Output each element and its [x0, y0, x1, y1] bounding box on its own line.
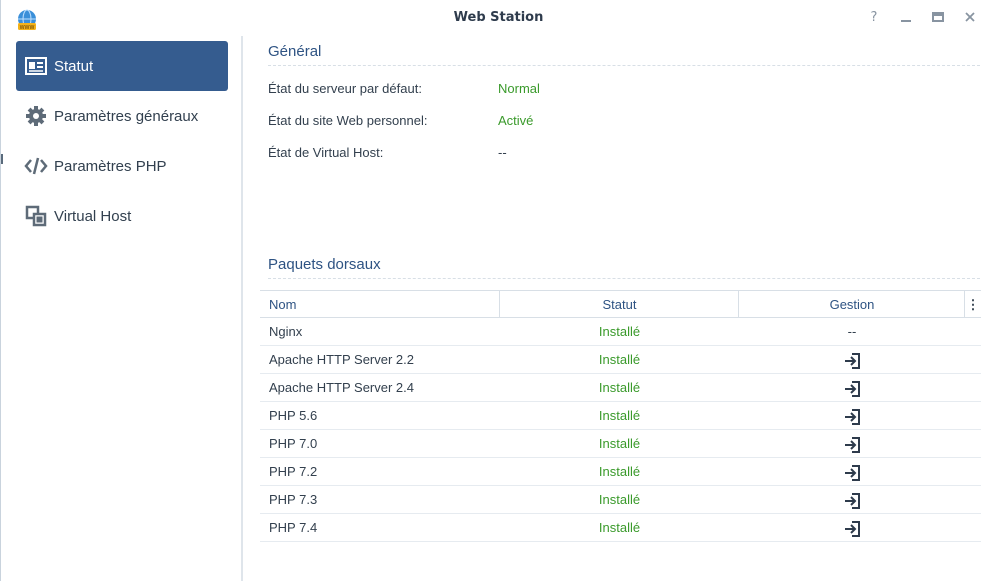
general-section-divider [268, 65, 980, 66]
web-station-window: WWW Web Station ? Statut Paramètres géné… [0, 0, 995, 581]
package-status: Installé [598, 324, 641, 339]
sidebar-item-parametres-generaux[interactable]: Paramètres généraux [16, 91, 228, 141]
info-value: -- [498, 145, 507, 160]
table-row[interactable]: Nginx Installé -- [260, 318, 981, 346]
table-row[interactable]: PHP 7.0 Installé [260, 430, 981, 458]
info-label: État du serveur par défaut: [268, 81, 422, 96]
package-status: Installé [598, 520, 641, 535]
package-status: Installé [598, 464, 641, 479]
package-name: PHP 5.6 [269, 408, 318, 423]
open-icon[interactable] [843, 408, 861, 426]
package-name: Nginx [269, 324, 303, 339]
minimize-icon[interactable] [898, 10, 914, 26]
packages-table: Nom Statut Gestion ⋮ Nginx Installé -- A… [260, 290, 981, 542]
package-manage-cell [739, 458, 965, 485]
svg-text:WWW: WWW [20, 25, 35, 31]
sidebar-item-label: Statut [54, 57, 94, 75]
title-bar: WWW Web Station ? [1, 0, 995, 36]
sidebar-item-label: Paramètres PHP [54, 157, 167, 175]
table-row[interactable]: Apache HTTP Server 2.4 Installé [260, 374, 981, 402]
table-row[interactable]: Apache HTTP Server 2.2 Installé [260, 346, 981, 374]
column-header-nom[interactable]: Nom [269, 291, 296, 318]
close-icon[interactable] [962, 10, 978, 26]
sidebar-item-label: Paramètres généraux [54, 107, 199, 125]
package-status: Installé [598, 408, 641, 423]
table-row[interactable]: PHP 5.6 Installé [260, 402, 981, 430]
package-status: Installé [598, 352, 641, 367]
package-manage-cell [739, 374, 965, 401]
package-manage-cell [739, 346, 965, 373]
table-row[interactable]: PHP 7.3 Installé [260, 486, 981, 514]
maximize-icon[interactable] [930, 10, 946, 26]
packages-section-divider [268, 278, 980, 279]
package-name: PHP 7.3 [269, 492, 318, 507]
open-icon[interactable] [843, 520, 861, 538]
main-panel: Général État du serveur par défaut: Norm… [245, 36, 995, 581]
window-title: Web Station [453, 10, 544, 25]
status-card-icon [24, 54, 48, 78]
open-icon[interactable] [843, 436, 861, 454]
info-value: Activé [498, 113, 534, 128]
package-name: PHP 7.2 [269, 464, 318, 479]
sidebar-item-virtual-host[interactable]: Virtual Host [16, 191, 228, 241]
package-manage-cell [739, 514, 965, 541]
package-name: Apache HTTP Server 2.4 [269, 380, 414, 395]
help-icon[interactable]: ? [866, 10, 882, 26]
package-manage-cell [739, 486, 965, 513]
sidebar-item-statut[interactable]: Statut [16, 41, 228, 91]
package-status: Installé [598, 492, 641, 507]
package-name: Apache HTTP Server 2.2 [269, 352, 414, 367]
package-status: Installé [598, 436, 641, 451]
column-menu-icon[interactable]: ⋮ [965, 291, 981, 318]
sidebar: Statut Paramètres généraux Paramètres PH… [1, 36, 243, 581]
gear-icon [24, 104, 48, 128]
open-icon[interactable] [843, 380, 861, 398]
package-manage-cell [739, 430, 965, 457]
package-name: PHP 7.0 [269, 436, 318, 451]
packages-section-title: Paquets dorsaux [268, 256, 381, 273]
table-row[interactable]: PHP 7.2 Installé [260, 458, 981, 486]
open-icon[interactable] [843, 492, 861, 510]
open-icon[interactable] [843, 352, 861, 370]
column-header-statut[interactable]: Statut [500, 291, 739, 318]
package-manage-none: -- [847, 324, 857, 339]
info-value: Normal [498, 81, 540, 96]
info-label: État de Virtual Host: [268, 145, 384, 160]
table-header: Nom Statut Gestion ⋮ [260, 290, 981, 318]
package-manage-cell [739, 402, 965, 429]
sidebar-item-label: Virtual Host [54, 207, 132, 225]
sidebar-item-parametres-php[interactable]: Paramètres PHP [16, 141, 228, 191]
code-icon [24, 154, 48, 178]
general-section-title: Général [268, 43, 322, 60]
package-status: Installé [598, 380, 641, 395]
virtual-host-icon [24, 204, 48, 228]
package-name: PHP 7.4 [269, 520, 318, 535]
sidebar-edge-marker [1, 154, 5, 164]
info-label: État du site Web personnel: [268, 113, 428, 128]
column-header-gestion[interactable]: Gestion [739, 291, 965, 318]
table-row[interactable]: PHP 7.4 Installé [260, 514, 981, 542]
open-icon[interactable] [843, 464, 861, 482]
